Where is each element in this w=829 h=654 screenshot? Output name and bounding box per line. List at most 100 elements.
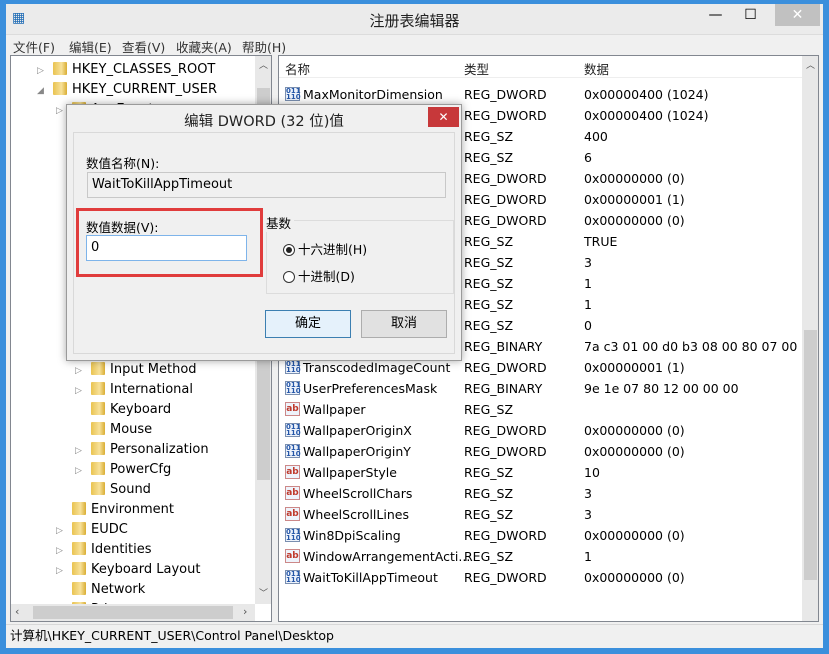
close-button[interactable]: ✕ <box>775 4 820 26</box>
registry-value-row[interactable]: 011 110 Win8DpiScaling REG_DWORD 0x00000000 … <box>279 525 804 546</box>
hex-radio[interactable]: 十六进制(H) <box>283 239 367 258</box>
expand-arrow-icon[interactable]: ▷ <box>75 441 85 461</box>
watermark-logo: ✈ <box>735 600 749 619</box>
value-name: Wallpaper <box>303 402 366 417</box>
value-data: 0x00000000 (0) <box>584 528 685 543</box>
tree-item[interactable]: ▷ PowerCfg <box>75 460 171 480</box>
tree-item[interactable]: ▷ Personalization <box>75 440 209 460</box>
dialog-close-button[interactable]: ✕ <box>428 107 459 127</box>
tree-item[interactable]: ◢ HKEY_CURRENT_USER <box>37 80 217 100</box>
ok-button[interactable]: 确定 <box>265 310 351 338</box>
expand-arrow-icon[interactable]: ▷ <box>56 541 66 561</box>
binary-value-icon: 011110 <box>285 528 301 542</box>
tree-item[interactable]: Mouse <box>75 420 152 440</box>
expand-arrow-icon[interactable]: ▷ <box>75 381 85 401</box>
folder-icon <box>91 442 105 455</box>
tree-horizontal-scrollbar[interactable]: ‹ › <box>11 604 255 621</box>
expand-arrow-icon[interactable]: ▷ <box>56 101 66 121</box>
dec-radio[interactable]: 十进制(D) <box>283 266 355 285</box>
expand-arrow-icon[interactable]: ▷ <box>37 61 47 81</box>
value-type: REG_DWORD <box>464 360 547 375</box>
expand-arrow-icon[interactable]: ▷ <box>56 521 66 541</box>
tree-item-label: HKEY_CURRENT_USER <box>72 82 218 97</box>
menu-bar: 文件(F) 编辑(E) 查看(V) 收藏夹(A) 帮助(H) <box>6 34 823 56</box>
value-name-field: WaitToKillAppTimeout <box>87 172 446 198</box>
folder-icon <box>72 562 86 575</box>
string-value-icon: ab <box>285 465 300 479</box>
registry-value-row[interactable]: ab WindowArrangementActi... REG_SZ 1 <box>279 546 804 567</box>
value-data: 400 <box>584 129 608 144</box>
column-header-type[interactable]: 类型 <box>464 59 489 78</box>
value-type: REG_SZ <box>464 465 514 480</box>
tree-item[interactable]: Environment <box>56 500 174 520</box>
value-name: WallpaperOriginX <box>303 423 412 438</box>
value-name: WaitToKillAppTimeout <box>303 570 438 585</box>
expand-arrow-icon[interactable]: ▷ <box>56 561 66 581</box>
value-name: Win8DpiScaling <box>303 528 401 543</box>
registry-value-row[interactable]: ab Wallpaper REG_SZ <box>279 399 804 420</box>
value-data-input[interactable]: 0 <box>86 235 247 261</box>
scroll-down-arrow-icon[interactable]: ﹀ <box>255 586 271 599</box>
tree-item[interactable]: ▷ Identities <box>56 540 152 560</box>
expand-arrow-icon[interactable]: ▷ <box>75 461 85 481</box>
menu-edit[interactable]: 编辑(E) <box>69 37 112 56</box>
dialog-title: 编辑 DWORD (32 位)值 <box>184 114 344 130</box>
tree-item-label: PowerCfg <box>110 462 172 477</box>
dec-radio-label: 十进制(D) <box>298 269 355 284</box>
folder-icon <box>91 382 105 395</box>
tree-item-label: Network <box>91 582 146 597</box>
expand-arrow-icon[interactable]: ▷ <box>75 361 85 381</box>
folder-icon <box>53 62 67 75</box>
registry-value-row[interactable]: ab WheelScrollLines REG_SZ 3 <box>279 504 804 525</box>
maximize-button[interactable]: ☐ <box>728 4 773 26</box>
cancel-button[interactable]: 取消 <box>361 310 447 338</box>
registry-value-row[interactable]: ab WallpaperStyle REG_SZ 10 <box>279 462 804 483</box>
value-data: 3 <box>584 486 592 501</box>
menu-view[interactable]: 查看(V) <box>122 37 165 56</box>
registry-value-row[interactable]: ab WheelScrollChars REG_SZ 3 <box>279 483 804 504</box>
column-header-name[interactable]: 名称 <box>285 59 310 78</box>
binary-value-icon: 011110 <box>285 570 301 584</box>
value-type: REG_DWORD <box>464 570 547 585</box>
scroll-left-arrow-icon[interactable]: ‹ <box>15 605 19 618</box>
radio-selected-icon[interactable] <box>283 244 295 256</box>
tree-item[interactable]: ▷ International <box>75 380 193 400</box>
tree-item-label: Keyboard <box>110 402 172 417</box>
tree-item[interactable]: ▷ EUDC <box>56 520 128 540</box>
column-header-data[interactable]: 数据 <box>584 59 609 78</box>
menu-favorites[interactable]: 收藏夹(A) <box>176 37 232 56</box>
value-data: 1 <box>584 276 592 291</box>
registry-value-row[interactable]: 011 110 WallpaperOriginY REG_DWORD 0x0000000… <box>279 441 804 462</box>
value-data: 0x00000001 (1) <box>584 192 685 207</box>
scroll-right-arrow-icon[interactable]: › <box>243 605 247 618</box>
tree-hscroll-thumb[interactable] <box>33 606 233 619</box>
list-vertical-scrollbar[interactable]: ︿ <box>802 56 818 621</box>
value-type: REG_SZ <box>464 402 514 417</box>
string-value-icon: ab <box>285 549 300 563</box>
tree-item[interactable]: ▷ Keyboard Layout <box>56 560 200 580</box>
radio-unselected-icon[interactable] <box>283 271 295 283</box>
tree-item[interactable]: ▷ HKEY_CLASSES_ROOT <box>37 60 215 80</box>
dialog-body: 数值名称(N): WaitToKillAppTimeout 数值数据(V): 0… <box>73 132 455 354</box>
value-data-label: 数值数据(V): <box>86 220 159 235</box>
registry-value-row[interactable]: 011 110 MaxMonitorDimension REG_DWORD 0x0000… <box>279 84 804 105</box>
menu-help[interactable]: 帮助(H) <box>242 37 286 56</box>
registry-value-row[interactable]: 011 110 WallpaperOriginX REG_DWORD 0x0000000… <box>279 420 804 441</box>
tree-item[interactable]: ▷ Input Method <box>75 360 197 380</box>
value-type: REG_SZ <box>464 129 514 144</box>
registry-value-row[interactable]: 011 110 WaitToKillAppTimeout REG_DWORD 0x000… <box>279 567 804 588</box>
value-data: 3 <box>584 255 592 270</box>
tree-item[interactable]: Keyboard <box>75 400 171 420</box>
menu-file[interactable]: 文件(F) <box>13 37 55 56</box>
list-scroll-thumb[interactable] <box>804 330 817 580</box>
scroll-up-arrow-icon[interactable]: ︿ <box>802 58 818 71</box>
tree-item[interactable]: Sound <box>75 480 151 500</box>
tree-item[interactable]: Network <box>56 580 145 600</box>
registry-value-row[interactable]: 011 110 UserPreferencesMask REG_BINARY 9e 1e… <box>279 378 804 399</box>
value-name: WallpaperOriginY <box>303 444 411 459</box>
value-name: UserPreferencesMask <box>303 381 438 396</box>
collapse-arrow-icon[interactable]: ◢ <box>37 81 47 101</box>
scroll-up-arrow-icon[interactable]: ︿ <box>255 58 271 71</box>
folder-icon <box>91 422 105 435</box>
value-type: REG_SZ <box>464 507 514 522</box>
